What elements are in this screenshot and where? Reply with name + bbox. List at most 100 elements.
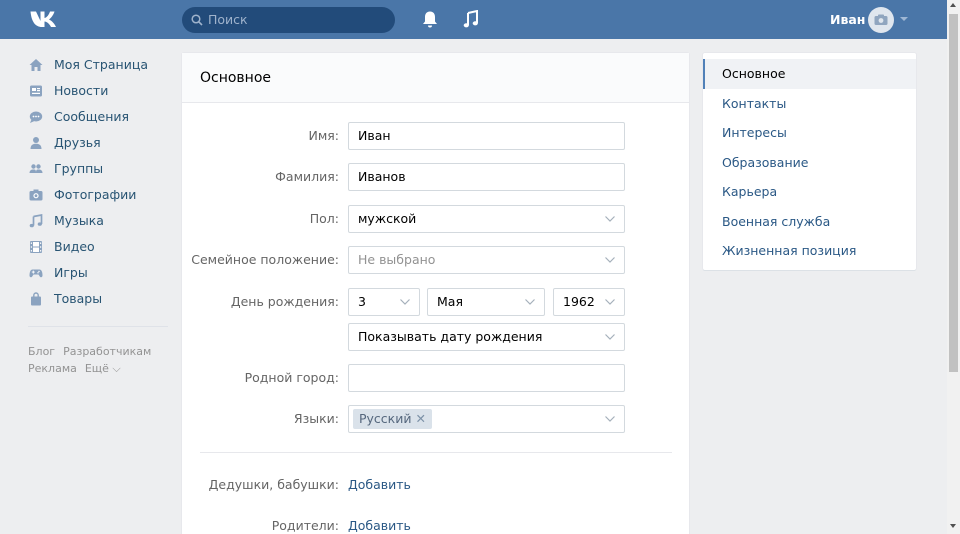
chevron-down-icon (605, 299, 615, 305)
first-name-value: Иван (358, 128, 391, 143)
birthday-visibility-select[interactable]: Показывать дату рождения (348, 323, 625, 351)
page-title: Основное (182, 53, 689, 103)
marital-status-label: Семейное положение: (191, 252, 339, 267)
search-icon (191, 14, 203, 26)
sidebar-item-music[interactable]: Музыка (28, 212, 173, 238)
top-header: Поиск Иван (0, 0, 947, 39)
menu-item-contacts[interactable]: Контакты (703, 89, 916, 119)
sidebar-item-label: Группы (54, 161, 104, 176)
messages-icon (29, 111, 43, 123)
languages-select[interactable]: Русский ✕ (348, 405, 625, 433)
grandparents-label: Дедушки, бабушки: (208, 477, 339, 492)
music-icon (29, 214, 43, 228)
settings-menu: Основное Контакты Интересы Образование К… (703, 53, 916, 270)
last-name-label: Фамилия: (275, 169, 339, 184)
marital-status-select[interactable]: Не выбрано (348, 246, 625, 274)
close-icon[interactable]: ✕ (415, 411, 425, 426)
vk-logo-icon[interactable] (30, 9, 60, 29)
page-scrollbar[interactable] (947, 0, 960, 534)
sidebar-item-games[interactable]: Игры (28, 264, 173, 290)
birth-day-select[interactable]: 3 (348, 288, 420, 316)
sidebar-item-label: Игры (54, 265, 88, 280)
camera-icon (29, 189, 43, 201)
sidebar-item-label: Моя Страница (54, 57, 148, 72)
first-name-field[interactable]: Иван (348, 122, 625, 150)
sidebar-item-label: Друзья (54, 135, 101, 150)
scroll-up-arrow-icon[interactable] (950, 3, 956, 7)
scroll-down-arrow-icon[interactable] (950, 524, 956, 528)
chevron-down-icon[interactable] (900, 17, 908, 21)
sidebar-item-label: Товары (54, 291, 103, 306)
shopping-bag-icon (31, 292, 41, 306)
friend-icon (30, 137, 42, 149)
music-note-icon[interactable] (463, 10, 479, 29)
birth-month-select[interactable]: Мая (427, 288, 545, 316)
chevron-down-icon (400, 299, 410, 305)
groups-icon (29, 164, 43, 173)
menu-item-education[interactable]: Образование (703, 148, 916, 178)
chevron-down-icon (605, 216, 615, 222)
language-tag[interactable]: Русский ✕ (353, 409, 432, 429)
sidebar-item-my-page[interactable]: Моя Страница (28, 56, 173, 82)
chevron-down-icon (605, 416, 615, 422)
hometown-field[interactable] (348, 364, 625, 392)
gender-select[interactable]: мужской (348, 205, 625, 233)
sidebar-divider (28, 326, 168, 327)
menu-item-life-position[interactable]: Жизненная позиция (703, 236, 916, 266)
bell-icon[interactable] (421, 10, 439, 29)
home-icon (29, 59, 43, 71)
menu-item-military[interactable]: Военная служба (703, 207, 916, 237)
footer-link-blog[interactable]: Блог (28, 345, 55, 358)
edit-profile-card: Основное Имя: Иван Фамилия: Иванов Пол: … (182, 53, 689, 534)
menu-item-interests[interactable]: Интересы (703, 118, 916, 148)
left-sidebar: Моя Страница Новости Сообщения Друзья Гр… (28, 56, 173, 377)
gender-value: мужской (358, 211, 417, 226)
hometown-label: Родной город: (244, 370, 339, 385)
sidebar-item-video[interactable]: Видео (28, 238, 173, 264)
birth-year-select[interactable]: 1962 (553, 288, 625, 316)
last-name-field[interactable]: Иванов (348, 163, 625, 191)
gender-label: Пол: (309, 211, 339, 226)
chevron-down-icon (525, 299, 535, 305)
marital-status-placeholder: Не выбрано (358, 252, 436, 267)
user-name[interactable]: Иван (830, 0, 865, 39)
sidebar-item-label: Музыка (54, 213, 104, 228)
birth-year-value: 1962 (563, 294, 595, 309)
menu-item-basic[interactable]: Основное (703, 59, 916, 89)
search-placeholder: Поиск (208, 12, 248, 27)
sidebar-item-photos[interactable]: Фотографии (28, 186, 173, 212)
footer-link-developers[interactable]: Разработчикам (63, 345, 151, 358)
search-input[interactable]: Поиск (182, 7, 395, 33)
first-name-label: Имя: (308, 128, 339, 143)
sidebar-item-label: Сообщения (54, 109, 130, 124)
birthday-label: День рождения: (230, 294, 339, 309)
sidebar-footer: Блог Разработчикам Реклама Ещё ⌵ (28, 343, 173, 377)
languages-label: Языки: (293, 411, 339, 426)
sidebar-item-label: Фотографии (54, 187, 137, 202)
birthday-visibility-value: Показывать дату рождения (358, 329, 543, 344)
parents-label: Родители: (271, 518, 339, 533)
language-tag-label: Русский (359, 411, 412, 426)
news-icon (30, 85, 42, 97)
birth-day-value: 3 (358, 294, 366, 309)
sidebar-item-news[interactable]: Новости (28, 82, 173, 108)
footer-link-ads[interactable]: Реклама (28, 362, 77, 375)
birth-month-value: Мая (437, 294, 463, 309)
add-grandparent-link[interactable]: Добавить (348, 477, 411, 492)
scroll-thumb[interactable] (949, 14, 958, 372)
last-name-value: Иванов (358, 169, 406, 184)
add-parent-link[interactable]: Добавить (348, 518, 411, 533)
camera-icon (874, 14, 888, 25)
video-icon (30, 241, 42, 253)
sidebar-item-messages[interactable]: Сообщения (28, 108, 173, 134)
avatar[interactable] (868, 7, 894, 33)
menu-item-career[interactable]: Карьера (703, 177, 916, 207)
chevron-down-icon (605, 257, 615, 263)
sidebar-item-label: Видео (54, 239, 95, 254)
footer-link-more[interactable]: Ещё ⌵ (85, 362, 121, 375)
chevron-down-icon (605, 334, 615, 340)
sidebar-item-goods[interactable]: Товары (28, 290, 173, 316)
sidebar-item-label: Новости (54, 83, 109, 98)
sidebar-item-friends[interactable]: Друзья (28, 134, 173, 160)
sidebar-item-groups[interactable]: Группы (28, 160, 173, 186)
